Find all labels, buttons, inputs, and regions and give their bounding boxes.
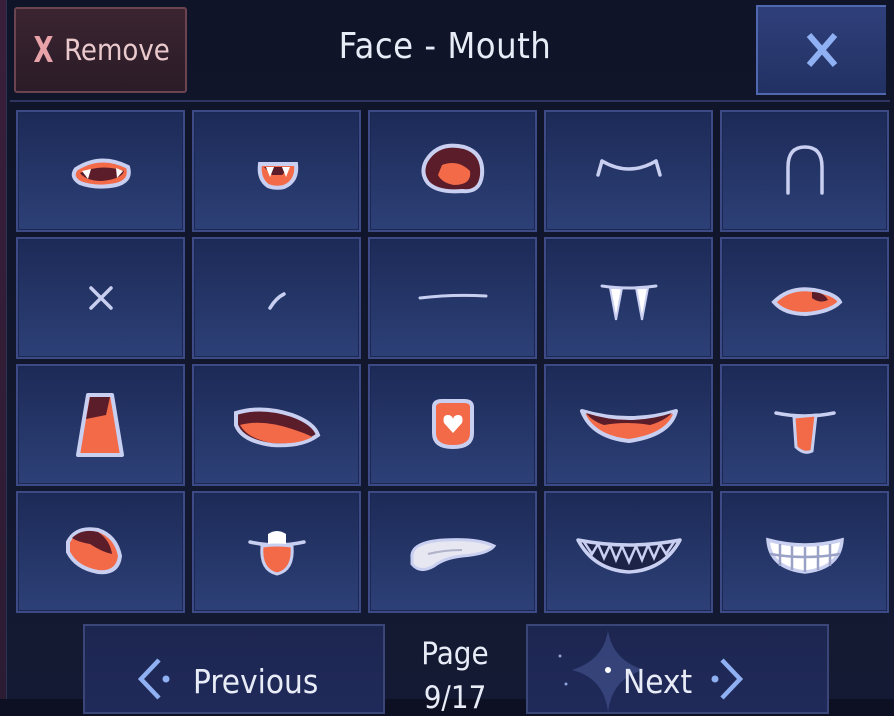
mouth-option-2[interactable] <box>192 110 361 232</box>
heart-mouth-icon <box>431 399 474 450</box>
page-indicator: 9/17 <box>423 680 487 716</box>
grit-teeth-grin-icon <box>765 537 844 574</box>
header-divider <box>10 100 890 102</box>
vampire-fangs-icon <box>600 284 657 321</box>
mouth-option-12[interactable] <box>192 364 361 486</box>
small-slash-mouth-icon <box>267 292 286 310</box>
next-button[interactable]: Next <box>526 624 829 714</box>
chevron-right-icon <box>711 658 744 700</box>
mouth-option-grid <box>16 110 889 613</box>
close-x-icon <box>806 33 838 67</box>
sharp-grin-icon <box>575 538 682 574</box>
mouth-option-7[interactable] <box>192 237 361 359</box>
side-tongue-mouth-icon <box>770 287 842 317</box>
mouth-option-9[interactable] <box>544 237 713 359</box>
mouth-option-5[interactable] <box>720 110 889 232</box>
pale-tongue-mouth-icon <box>409 538 496 571</box>
drooling-mouth-icon <box>247 531 306 576</box>
wide-smile-tongue-icon <box>579 409 678 443</box>
mouth-option-4[interactable] <box>544 110 713 232</box>
wide-open-mouth-icon <box>233 407 320 448</box>
fanged-open-mouth-icon <box>71 158 131 189</box>
arch-mouth-icon <box>785 145 824 195</box>
mouth-option-11[interactable] <box>16 364 185 486</box>
remove-x-icon: X <box>33 29 54 71</box>
mouth-option-15[interactable] <box>720 364 889 486</box>
trapezoid-open-mouth-icon <box>75 393 124 457</box>
page-title: Face - Mouth <box>338 26 552 67</box>
mouth-option-19[interactable] <box>544 491 713 613</box>
mouth-option-16[interactable] <box>16 491 185 613</box>
small-fanged-mouth-icon <box>257 162 298 190</box>
remove-button[interactable]: X Remove <box>14 7 187 93</box>
flat-line-mouth-icon <box>418 293 487 300</box>
mouth-option-1[interactable] <box>16 110 185 232</box>
mouth-option-14[interactable] <box>544 364 713 486</box>
mouth-option-13[interactable] <box>368 364 537 486</box>
page-label: Page <box>421 636 489 672</box>
mouth-option-18[interactable] <box>368 491 537 613</box>
tilted-open-mouth-icon <box>65 527 122 575</box>
remove-label: Remove <box>64 33 170 67</box>
mouth-option-17[interactable] <box>192 491 361 613</box>
mouth-option-3[interactable] <box>368 110 537 232</box>
tongue-out-mouth-icon <box>773 411 836 454</box>
mouth-option-20[interactable] <box>720 491 889 613</box>
close-button[interactable] <box>756 5 886 95</box>
chevron-left-icon <box>137 658 170 700</box>
large-open-tongue-mouth-icon <box>420 143 484 194</box>
mouth-option-10[interactable] <box>720 237 889 359</box>
cat-smile-mouth-icon <box>595 159 662 177</box>
x-mouth-icon <box>88 286 113 310</box>
mouth-option-8[interactable] <box>368 237 537 359</box>
mouth-option-6[interactable] <box>16 237 185 359</box>
previous-button[interactable]: Previous <box>83 624 385 714</box>
next-label: Next <box>623 662 693 701</box>
previous-label: Previous <box>193 662 319 701</box>
